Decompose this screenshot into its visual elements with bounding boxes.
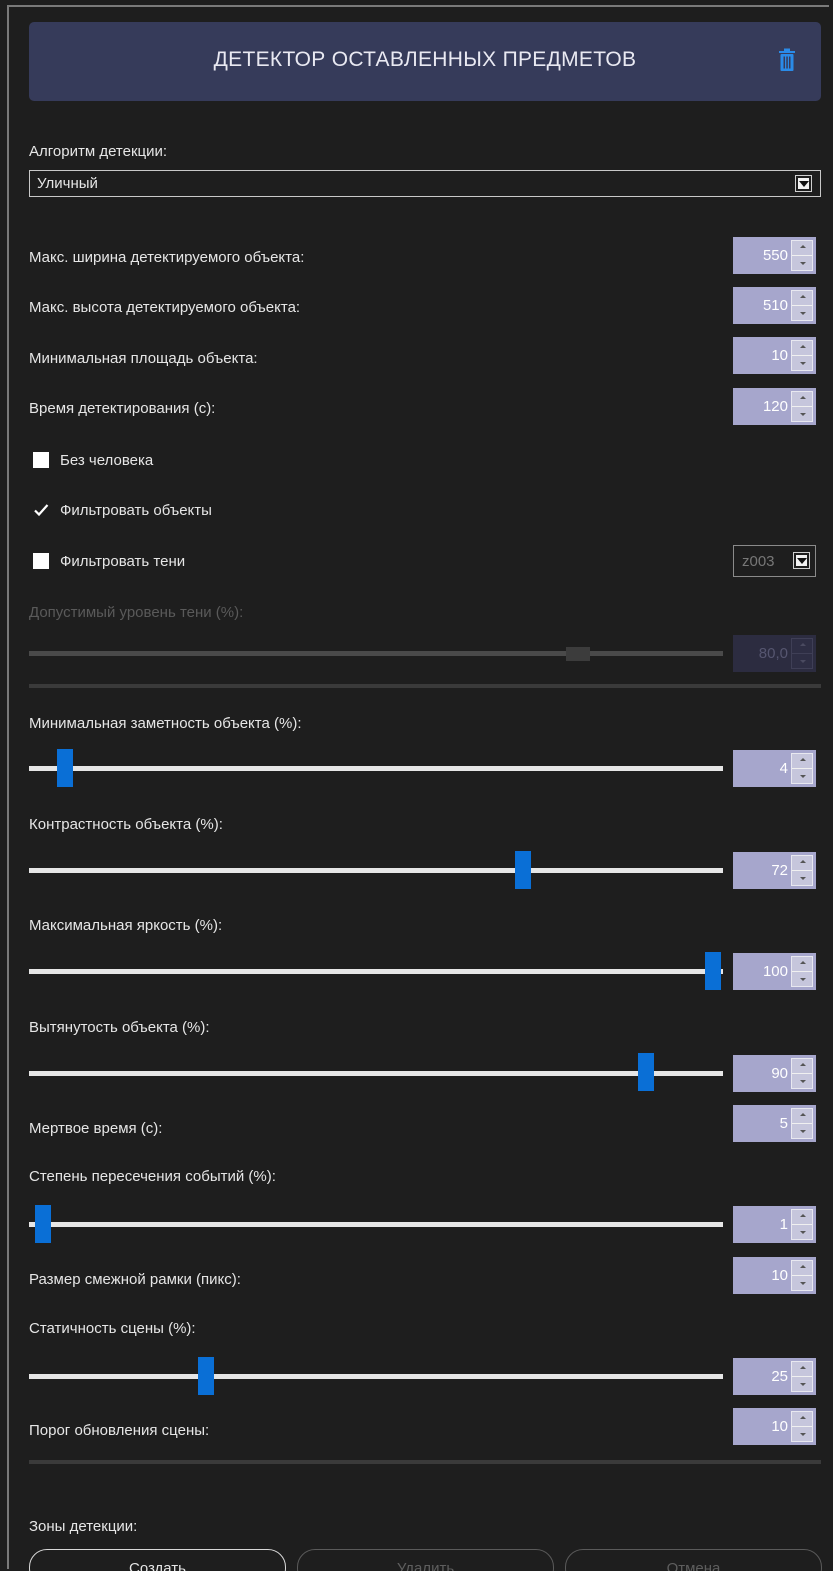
detect-time-value: 120 xyxy=(762,398,788,415)
page-title: ДЕТЕКТОР ОСТАВЛЕННЫХ ПРЕДМЕТОВ xyxy=(213,48,637,71)
shadow-level-label: Допустимый уровень тени (%): xyxy=(29,604,244,621)
filter-objects-checkbox[interactable] xyxy=(33,502,49,518)
contrast-spinbox[interactable]: 72 xyxy=(733,852,816,889)
chevron-down-icon[interactable] xyxy=(795,175,812,192)
divider xyxy=(29,1460,821,1464)
elongation-value: 90 xyxy=(771,1065,788,1082)
scene-update-value: 10 xyxy=(771,1418,788,1435)
max-brightness-track[interactable] xyxy=(29,969,723,974)
border-size-value: 10 xyxy=(771,1267,788,1284)
no-person-checkbox[interactable] xyxy=(33,452,49,468)
shadow-filter-value: z003 xyxy=(742,553,775,570)
contrast-label: Контрастность объекта (%): xyxy=(29,816,223,833)
spin-arrows[interactable] xyxy=(791,290,813,321)
delete-zone-button: Удалить xyxy=(297,1549,554,1571)
contrast-value: 72 xyxy=(771,862,788,879)
shadow-level-spinbox: 80,0 xyxy=(733,635,816,672)
contrast-track[interactable] xyxy=(29,868,723,873)
algorithm-label: Алгоритм детекции: xyxy=(29,143,168,160)
min-visibility-spinbox[interactable]: 4 xyxy=(733,750,816,787)
contrast-thumb[interactable] xyxy=(515,851,531,889)
min-area-label: Минимальная площадь объекта: xyxy=(29,350,258,367)
dead-time-value: 5 xyxy=(779,1115,788,1132)
shadow-level-thumb xyxy=(566,647,590,661)
spin-arrows[interactable] xyxy=(791,855,813,886)
border-size-spinbox[interactable]: 10 xyxy=(733,1257,816,1294)
elongation-track[interactable] xyxy=(29,1071,723,1076)
spin-arrows[interactable] xyxy=(791,1209,813,1240)
max-brightness-thumb[interactable] xyxy=(705,952,721,990)
elongation-label: Вытянутость объекта (%): xyxy=(29,1019,210,1036)
min-area-spinbox[interactable]: 10 xyxy=(733,337,816,374)
filter-shadows-checkbox[interactable] xyxy=(33,553,49,569)
max-width-value: 550 xyxy=(762,247,788,264)
algorithm-value: Уличный xyxy=(37,175,98,192)
scene-static-track[interactable] xyxy=(29,1374,723,1379)
filter-shadows-label: Фильтровать тени xyxy=(60,553,186,570)
spin-arrows[interactable] xyxy=(791,340,813,371)
chevron-down-icon[interactable] xyxy=(793,552,810,569)
dead-time-label: Мертвое время (с): xyxy=(29,1120,163,1137)
spin-arrows[interactable] xyxy=(791,956,813,987)
algorithm-select[interactable]: Уличный xyxy=(29,170,821,197)
scene-static-spinbox[interactable]: 25 xyxy=(733,1358,816,1395)
spin-arrows[interactable] xyxy=(791,391,813,422)
shadow-level-value: 80,0 xyxy=(758,645,788,662)
spin-arrows[interactable] xyxy=(791,1108,813,1139)
max-height-value: 510 xyxy=(762,297,788,314)
spin-arrows[interactable] xyxy=(791,1058,813,1089)
min-visibility-thumb[interactable] xyxy=(57,749,73,787)
filter-objects-label: Фильтровать объекты xyxy=(60,502,212,519)
max-brightness-value: 100 xyxy=(762,963,788,980)
spin-arrows[interactable] xyxy=(791,240,813,271)
spin-arrows[interactable] xyxy=(791,1411,813,1442)
max-brightness-spinbox[interactable]: 100 xyxy=(733,953,816,990)
elongation-thumb[interactable] xyxy=(638,1053,654,1091)
spin-arrows[interactable] xyxy=(791,1260,813,1291)
scene-static-label: Статичность сцены (%): xyxy=(29,1320,196,1337)
cancel-zone-button: Отмена xyxy=(565,1549,822,1571)
scene-static-thumb[interactable] xyxy=(198,1357,214,1395)
detect-time-spinbox[interactable]: 120 xyxy=(733,388,816,425)
trash-icon[interactable] xyxy=(777,48,797,72)
spin-arrows[interactable] xyxy=(791,753,813,784)
spin-arrows xyxy=(791,638,813,669)
elongation-spinbox[interactable]: 90 xyxy=(733,1055,816,1092)
overlap-track[interactable] xyxy=(29,1222,723,1227)
shadow-filter-select[interactable]: z003 xyxy=(733,545,816,577)
panel-header: ДЕТЕКТОР ОСТАВЛЕННЫХ ПРЕДМЕТОВ xyxy=(29,22,821,101)
max-height-spinbox[interactable]: 510 xyxy=(733,287,816,324)
border-size-label: Размер смежной рамки (пикс): xyxy=(29,1271,241,1288)
min-visibility-track[interactable] xyxy=(29,766,723,771)
scene-update-label: Порог обновления сцены: xyxy=(29,1422,210,1439)
min-area-value: 10 xyxy=(771,347,788,364)
scene-update-spinbox[interactable]: 10 xyxy=(733,1408,816,1445)
max-brightness-label: Максимальная яркость (%): xyxy=(29,917,223,934)
min-visibility-label: Минимальная заметность объекта (%): xyxy=(29,715,302,732)
max-width-label: Макс. ширина детектируемого объекта: xyxy=(29,249,305,266)
overlap-thumb[interactable] xyxy=(35,1205,51,1243)
max-width-spinbox[interactable]: 550 xyxy=(733,237,816,274)
shadow-level-track xyxy=(29,651,723,656)
overlap-label: Степень пересечения событий (%): xyxy=(29,1168,276,1185)
zones-label: Зоны детекции: xyxy=(29,1518,138,1535)
spin-arrows[interactable] xyxy=(791,1361,813,1392)
overlap-value: 1 xyxy=(779,1216,788,1233)
divider xyxy=(29,684,821,688)
detect-time-label: Время детектирования (с): xyxy=(29,400,216,417)
no-person-label: Без человека xyxy=(60,452,154,469)
checkmark-icon xyxy=(34,504,49,517)
max-height-label: Макс. высота детектируемого объекта: xyxy=(29,299,301,316)
dead-time-spinbox[interactable]: 5 xyxy=(733,1105,816,1142)
scene-static-value: 25 xyxy=(771,1368,788,1385)
overlap-spinbox[interactable]: 1 xyxy=(733,1206,816,1243)
min-visibility-value: 4 xyxy=(779,760,788,777)
create-zone-button[interactable]: Создать xyxy=(29,1549,286,1571)
